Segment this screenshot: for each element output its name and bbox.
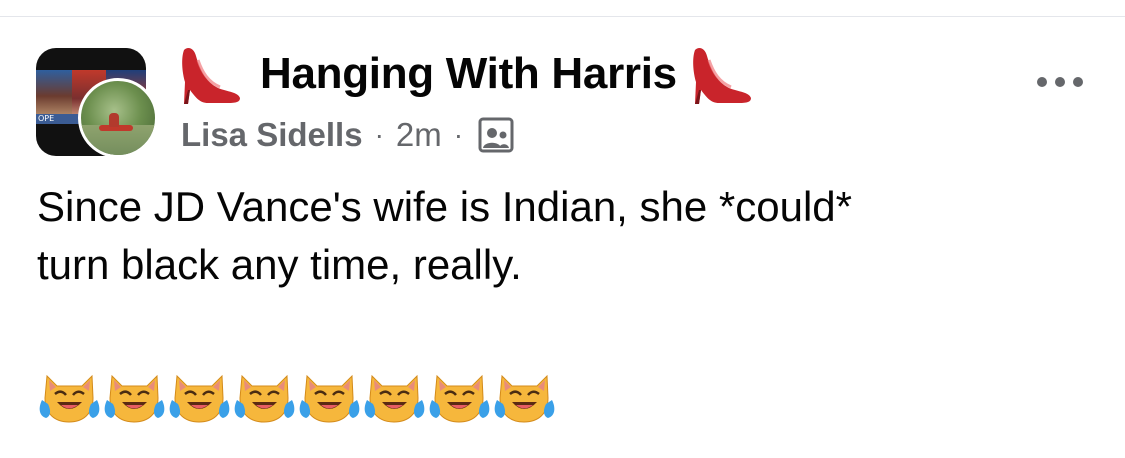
top-divider: [0, 16, 1125, 17]
high-heel-icon: [693, 48, 751, 104]
post-header-title: Hanging With Harris: [178, 42, 755, 106]
more-options-button[interactable]: [1030, 64, 1090, 100]
post-meta: Lisa Sidells · 2m ·: [181, 112, 515, 158]
post-body: Since JD Vance's wife is Indian, she *co…: [37, 178, 1097, 294]
more-options-dot: [1055, 77, 1065, 87]
cat-tears-of-joy-icon: [169, 374, 230, 423]
cat-tears-of-joy-icon: [429, 374, 490, 423]
cat-tears-of-joy-icon: [39, 374, 100, 423]
meta-separator: ·: [374, 119, 384, 150]
more-options-dot: [1073, 77, 1083, 87]
author-name[interactable]: Lisa Sidells: [181, 116, 363, 154]
post-text-line: turn black any time, really.: [37, 241, 522, 288]
high-heel-icon: [182, 48, 240, 104]
cat-tears-of-joy-icon: [104, 374, 165, 423]
group-audience-icon[interactable]: [477, 116, 515, 154]
author-avatar[interactable]: [78, 78, 158, 158]
more-options-dot: [1037, 77, 1047, 87]
cat-tears-of-joy-icon: [494, 374, 555, 423]
cat-tears-of-joy-icon: [234, 374, 295, 423]
avatar-person: [109, 113, 119, 127]
post-text-line: Since JD Vance's wife is Indian, she *co…: [37, 183, 853, 230]
post-time[interactable]: 2m: [396, 116, 442, 154]
meta-separator: ·: [453, 119, 464, 150]
emoji-row: [37, 366, 557, 426]
cat-tears-of-joy-icon: [299, 374, 360, 423]
group-title[interactable]: Hanging With Harris: [260, 49, 677, 99]
cat-tears-of-joy-icon: [364, 374, 425, 423]
